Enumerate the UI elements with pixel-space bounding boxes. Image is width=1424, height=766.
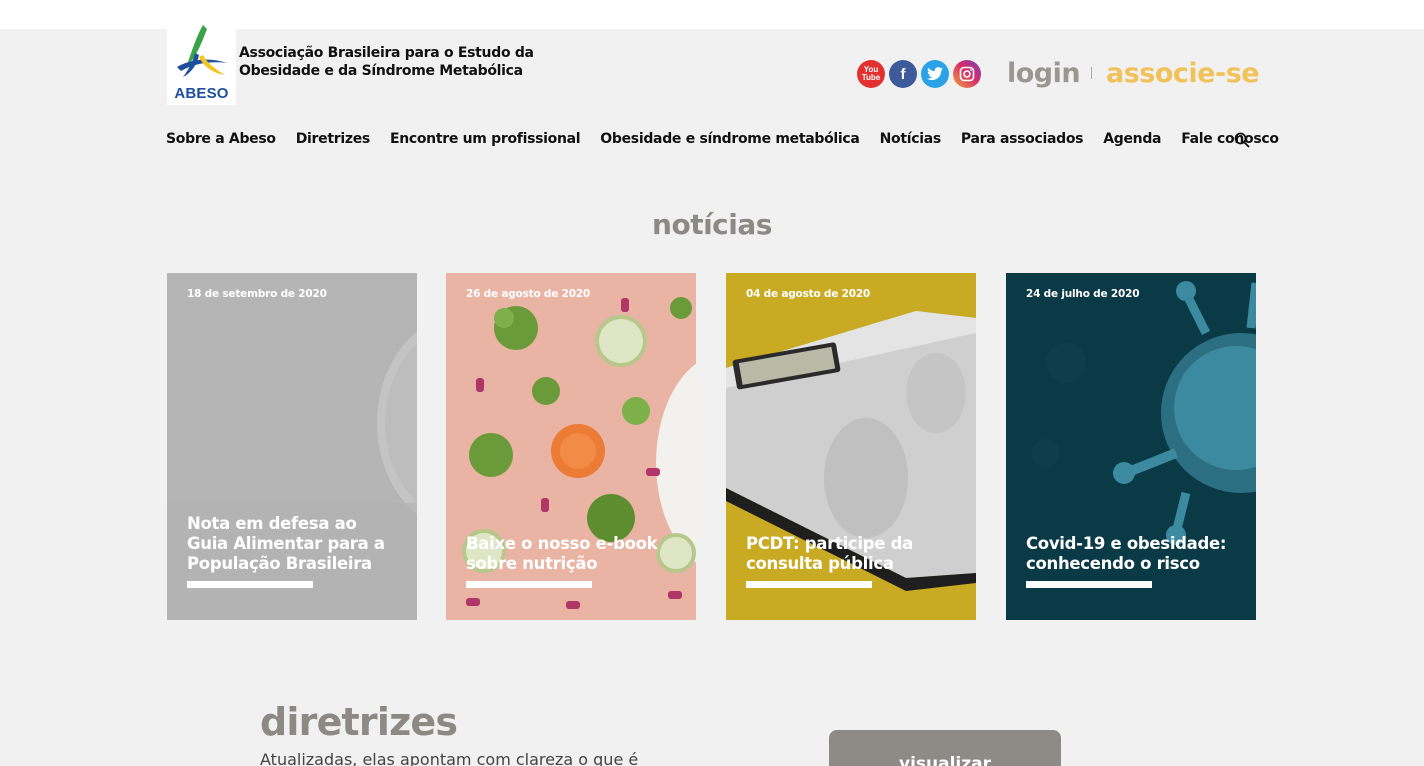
card-date: 04 de agosto de 2020 <box>746 288 871 300</box>
card-date: 18 de setembro de 2020 <box>187 288 327 300</box>
news-card[interactable]: 24 de julho de 2020 Covid-19 e obesidade… <box>1006 273 1256 620</box>
card-date: 24 de julho de 2020 <box>1026 288 1140 300</box>
nav-item-associados[interactable]: Para associados <box>961 131 1084 147</box>
main-nav: Sobre a Abeso Diretrizes Encontre um pro… <box>166 131 1279 147</box>
noticias-title: notícias <box>652 208 772 241</box>
youtube-label: You Tube <box>861 65 881 82</box>
diretrizes-description: Atualizadas, elas apontam com clareza o … <box>260 750 639 766</box>
card-title: PCDT: participe da consulta pública <box>746 534 913 573</box>
logo-text: ABESO <box>174 85 229 102</box>
organization-name: Associação Brasileira para o Estudo da O… <box>239 45 534 79</box>
card-underline <box>1026 581 1152 588</box>
card-underline <box>746 581 872 588</box>
abeso-logo-icon <box>177 25 227 77</box>
search-icon[interactable] <box>1234 132 1250 152</box>
news-card[interactable]: 18 de setembro de 2020 Nota em defesa ao… <box>167 273 417 620</box>
nav-item-encontre-profissional[interactable]: Encontre um profissional <box>390 131 581 147</box>
diretrizes-title: diretrizes <box>260 700 458 744</box>
associe-se-link[interactable]: associe-se <box>1106 58 1260 89</box>
news-card[interactable]: 26 de agosto de 2020 Baixe o nosso e-boo… <box>446 273 696 620</box>
header-divider <box>1091 67 1092 79</box>
nav-item-sobre[interactable]: Sobre a Abeso <box>166 131 276 147</box>
card-date: 26 de agosto de 2020 <box>466 288 591 300</box>
social-links: You Tube f <box>857 60 981 88</box>
card-underline <box>187 581 313 588</box>
twitter-icon[interactable] <box>921 60 949 88</box>
card-underline <box>466 581 592 588</box>
instagram-icon[interactable] <box>953 60 981 88</box>
card-title: Baixe o nosso e-book sobre nutrição <box>466 534 658 573</box>
card-title: Nota em defesa ao Guia Alimentar para a … <box>187 514 385 573</box>
abeso-logo[interactable]: ABESO <box>167 21 236 105</box>
facebook-label: f <box>900 65 906 83</box>
facebook-icon[interactable]: f <box>889 60 917 88</box>
nav-item-diretrizes[interactable]: Diretrizes <box>296 131 371 147</box>
nav-item-agenda[interactable]: Agenda <box>1103 131 1161 147</box>
visualizar-button[interactable]: visualizar <box>829 730 1061 766</box>
nav-item-obesidade[interactable]: Obesidade e síndrome metabólica <box>600 131 860 147</box>
youtube-icon[interactable]: You Tube <box>857 60 885 88</box>
news-card[interactable]: 04 de agosto de 2020 PCDT: participe da … <box>726 273 976 620</box>
card-title: Covid-19 e obesidade: conhecendo o risco <box>1026 534 1227 573</box>
nav-item-noticias[interactable]: Notícias <box>880 131 942 147</box>
nav-item-fale-conosco[interactable]: Fale conosco <box>1181 131 1279 147</box>
login-link[interactable]: login <box>1007 58 1081 89</box>
